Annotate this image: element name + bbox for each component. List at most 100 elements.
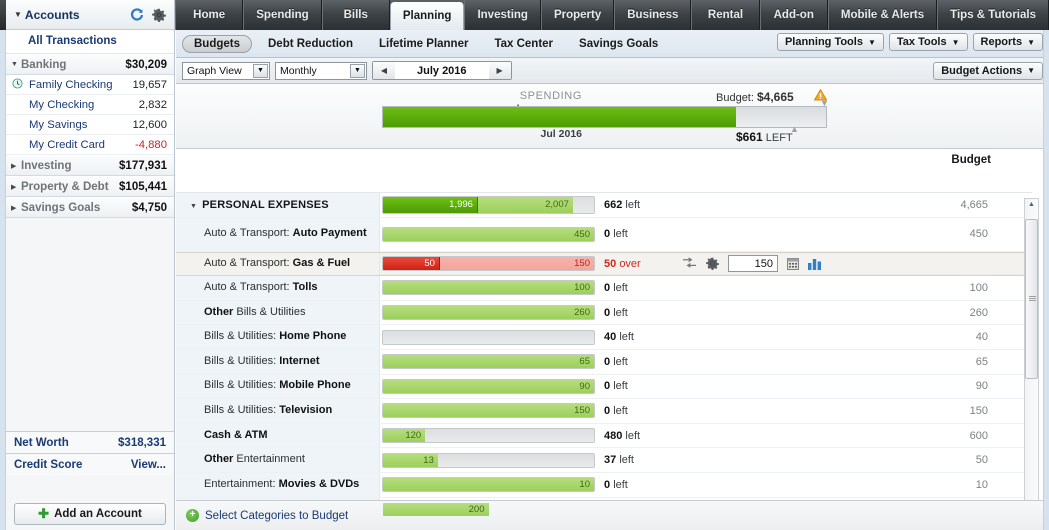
- tab-property[interactable]: Property: [540, 0, 615, 30]
- credit-score-view-link[interactable]: View...: [131, 459, 166, 471]
- table-row[interactable]: Other Entertainment 13 37 left 50: [176, 448, 1032, 473]
- account-group-property-debt[interactable]: ▶ Property & Debt $105,441: [6, 176, 174, 197]
- amount-left-value: 0: [604, 355, 611, 368]
- amount-left-suffix: left: [613, 281, 628, 294]
- right-edge-band: [1043, 30, 1049, 530]
- amount-left-suffix: left: [613, 306, 628, 319]
- refresh-icon[interactable]: [126, 4, 148, 26]
- chevron-down-icon: ▼: [1027, 37, 1035, 47]
- budget-amount-cell: 4,665: [960, 198, 988, 211]
- account-group-savings-goals[interactable]: ▶ Savings Goals $4,750: [6, 197, 174, 218]
- table-row[interactable]: Bills & Utilities: Internet 65 0 left 65: [176, 349, 1032, 375]
- account-group-investing[interactable]: ▶ Investing $177,931: [6, 155, 174, 176]
- tab-home[interactable]: Home: [175, 0, 244, 30]
- progress-bar: [382, 329, 595, 345]
- table-row[interactable]: Other Bills & Utilities 260 0 left 260: [176, 300, 1032, 326]
- subtab-budgets[interactable]: Budgets: [182, 34, 252, 53]
- account-row[interactable]: My Checking 2,832: [6, 95, 174, 115]
- subtab-tax-center[interactable]: Tax Center: [484, 35, 563, 53]
- budget-amount-cell: 450: [969, 228, 988, 241]
- category-label: Other Entertainment: [204, 453, 305, 467]
- all-transactions-link[interactable]: All Transactions: [6, 30, 174, 54]
- subtab-savings-goals[interactable]: Savings Goals: [569, 35, 668, 53]
- category-prefix: Bills & Utilities:: [204, 354, 280, 367]
- caret-down-icon[interactable]: ▼: [190, 203, 197, 210]
- subtab-debt-reduction[interactable]: Debt Reduction: [258, 35, 363, 53]
- progress-bar-cell: 150 50: [380, 256, 598, 272]
- gear-icon[interactable]: [706, 257, 719, 271]
- table-row[interactable]: Auto & Transport: Tolls 100 0 left 100: [176, 276, 1032, 301]
- table-row[interactable]: Auto & Transport: Auto Payment 450 0 left 4…: [176, 217, 1032, 252]
- accounts-sidebar: ▼ Accounts All Transactions ▼ Banking $30,…: [6, 0, 175, 530]
- progress-segment-light: 120: [383, 429, 426, 443]
- button-label: Planning Tools: [784, 36, 863, 48]
- category-label: Auto & Transport: Gas & Fuel: [204, 257, 350, 271]
- progress-segment-light: 200: [383, 502, 489, 516]
- tab-bills[interactable]: Bills: [321, 0, 390, 30]
- select-categories-link[interactable]: Select Categories to Budget: [205, 510, 348, 522]
- tab-spending[interactable]: Spending: [243, 0, 322, 30]
- plus-circle-icon[interactable]: +: [186, 509, 199, 522]
- net-worth-row[interactable]: Net Worth $318,331: [6, 431, 174, 453]
- current-period-label: July 2016: [417, 64, 467, 77]
- add-account-button[interactable]: ✚ Add an Account: [14, 503, 166, 525]
- subtab-lifetime-planner[interactable]: Lifetime Planner: [369, 35, 478, 53]
- table-row[interactable]: Auto & Transport: Gas & Fuel 150 50 50 over…: [176, 251, 1032, 277]
- table-row[interactable]: Bills & Utilities: Television 150 0 left 15…: [176, 399, 1032, 424]
- button-planning-tools[interactable]: Planning Tools ▼: [776, 33, 884, 51]
- tab-planning[interactable]: Planning: [389, 2, 465, 30]
- credit-score-row[interactable]: Credit Score View...: [6, 453, 174, 475]
- account-group-banking[interactable]: ▼ Banking $30,209: [6, 54, 174, 75]
- amount-left-value: 0: [604, 306, 611, 319]
- table-row[interactable]: Bills & Utilities: Mobile Phone 90 0 left 9…: [176, 374, 1032, 400]
- gear-icon[interactable]: [148, 4, 170, 26]
- budget-amount-input[interactable]: 150: [728, 255, 778, 273]
- category-cell: Auto & Transport: Gas & Fuel: [176, 252, 380, 276]
- prev-period-button[interactable]: ◀: [373, 62, 395, 79]
- tab-mobile-alerts[interactable]: Mobile & Alerts: [827, 0, 938, 30]
- budget-total-label: Budget: $4,665: [716, 90, 794, 104]
- tab-tips-tutorials[interactable]: Tips & Tutorials: [937, 0, 1049, 30]
- account-group-amount: $4,750: [131, 201, 167, 214]
- account-row[interactable]: My Credit Card -4,880: [6, 135, 174, 155]
- tab-rental[interactable]: Rental: [691, 0, 760, 30]
- button-tax-tools[interactable]: Tax Tools ▼: [888, 33, 968, 51]
- account-row[interactable]: Family Checking 19,657: [6, 75, 174, 95]
- amount-left-cell: 0 left: [598, 479, 672, 491]
- bar-chart-icon[interactable]: [808, 257, 822, 271]
- tab-investing[interactable]: Investing: [464, 0, 541, 30]
- button-label: Tax Tools: [896, 36, 947, 48]
- table-row[interactable]: Cash & ATM 120 480 left 600: [176, 423, 1032, 449]
- amount-left-value: 480: [604, 429, 623, 442]
- tab-business[interactable]: Business: [614, 0, 692, 30]
- category-label: Bills & Utilities: Television: [204, 404, 332, 418]
- table-row[interactable]: Bills & Utilities: Home Phone 40 left 40: [176, 325, 1032, 350]
- period-select[interactable]: Monthly ▼: [275, 61, 367, 80]
- category-prefix: Auto & Transport:: [204, 227, 293, 240]
- view-select[interactable]: Graph View ▼: [182, 61, 270, 80]
- account-name: My Credit Card: [29, 138, 105, 151]
- scrollbar-thumb[interactable]: [1025, 219, 1038, 379]
- table-row[interactable]: ▼ PERSONAL EXPENSES 2,007 1,996 662 left 4,66…: [176, 193, 1032, 218]
- budget-scrollbar[interactable]: ▲ ▼: [1024, 198, 1039, 516]
- transactions-icon[interactable]: [682, 257, 697, 270]
- account-row[interactable]: My Savings 12,600: [6, 115, 174, 135]
- category-label: Auto & Transport: Auto Payment: [204, 227, 367, 241]
- amount-left-cell: 480 left: [598, 430, 672, 442]
- amount-left-cell: 0 left: [598, 380, 672, 392]
- category-cell: Auto & Transport: Tolls: [176, 276, 380, 300]
- button-reports[interactable]: Reports ▼: [972, 33, 1043, 51]
- net-worth-label: Net Worth: [14, 436, 69, 449]
- next-period-button[interactable]: ▶: [488, 62, 511, 79]
- amount-left-suffix: left: [613, 404, 628, 417]
- table-row[interactable]: Entertainment: Movies & DVDs 10 0 left 10: [176, 472, 1032, 498]
- calendar-icon[interactable]: [787, 257, 799, 271]
- tab-add-on[interactable]: Add-on: [759, 0, 828, 30]
- budget-actions-button[interactable]: Budget Actions ▼: [933, 61, 1043, 80]
- amount-left-value: 0: [604, 478, 611, 491]
- category-cell: Bills & Utilities: Home Phone: [176, 325, 380, 349]
- scroll-up-icon[interactable]: ▲: [1028, 201, 1035, 208]
- accounts-collapse-caret[interactable]: ▼: [14, 10, 22, 19]
- category-label: Cash & ATM: [204, 429, 268, 443]
- account-balance: 2,832: [138, 98, 167, 111]
